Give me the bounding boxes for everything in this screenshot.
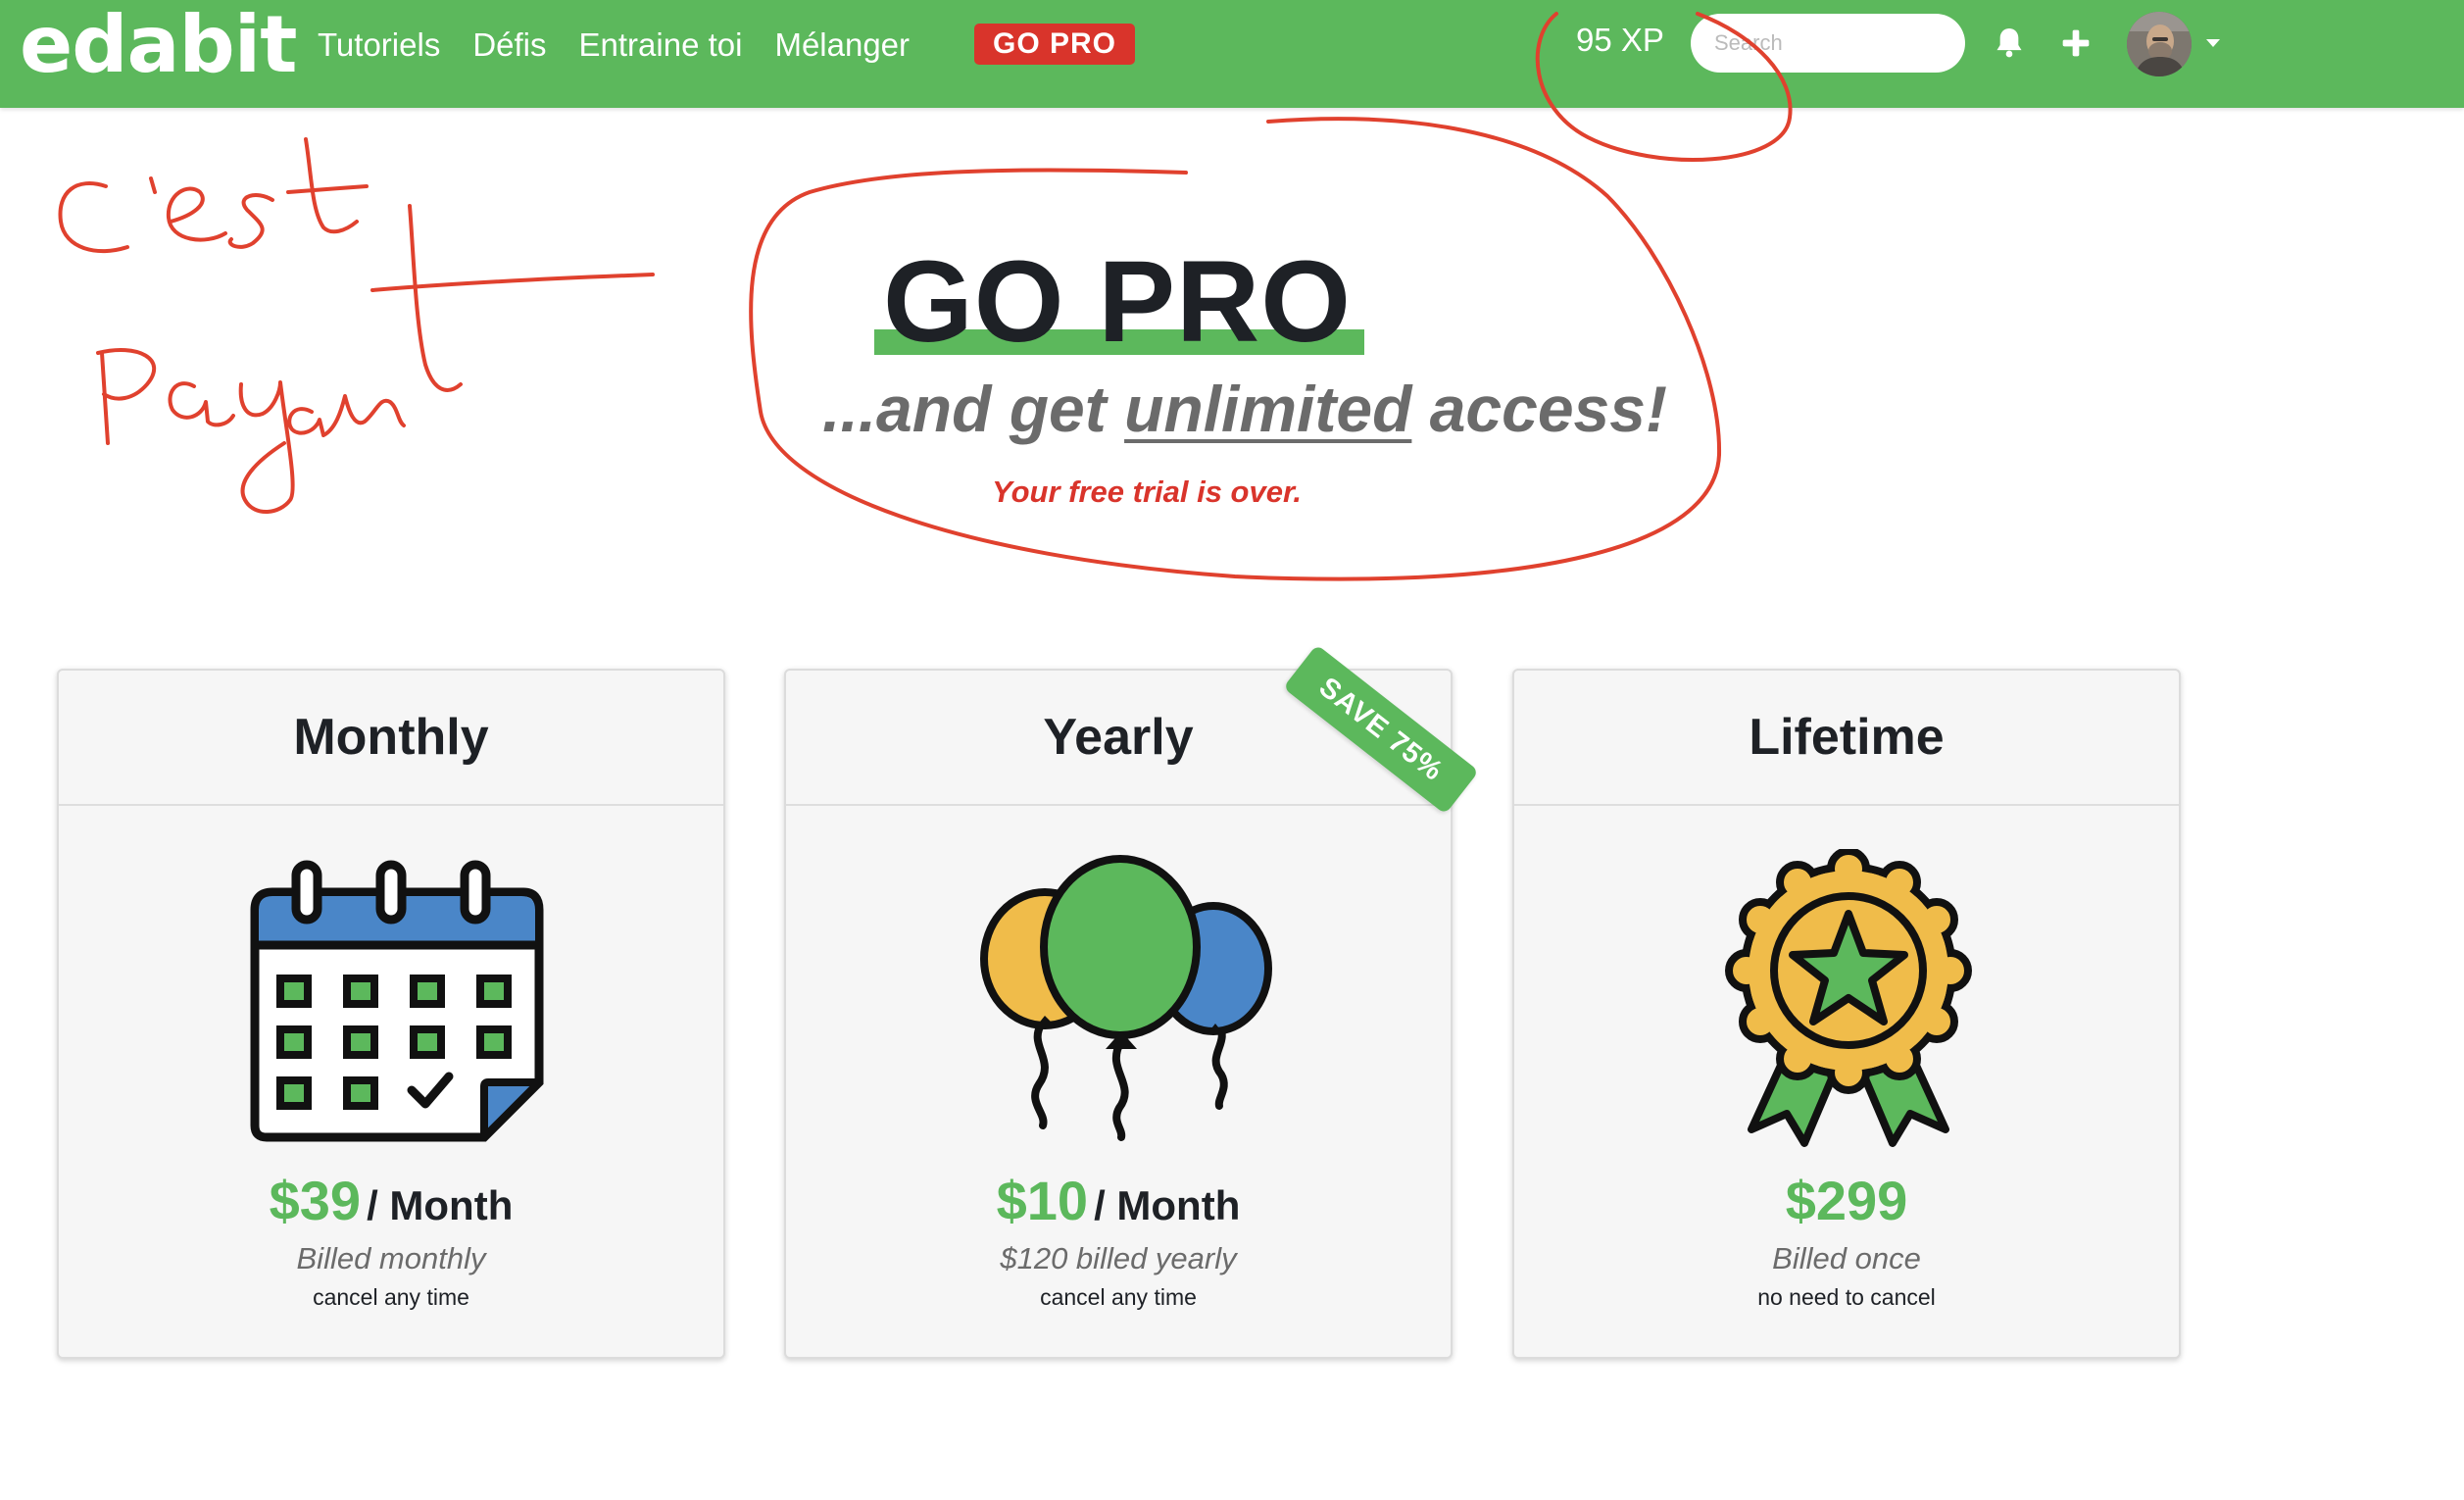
plan-name: Monthly: [59, 671, 723, 806]
nav-link-melanger[interactable]: Mélanger: [774, 26, 910, 64]
bell-icon[interactable]: [1990, 24, 2029, 63]
plan-billing: Billed monthly: [296, 1241, 486, 1275]
award-badge-icon: [1725, 849, 1972, 1147]
calendar-icon: [250, 860, 544, 1142]
balloons-icon: [980, 855, 1272, 1141]
xp-counter[interactable]: 95 XP: [1576, 22, 1664, 59]
ink-handwriting-cest: [58, 137, 369, 254]
hero-subtitle-post: access!: [1411, 373, 1667, 445]
plus-icon[interactable]: [2056, 24, 2095, 63]
price-line: $10/ Month: [786, 1169, 1451, 1232]
hero-subtitle-pre: ...and get: [822, 373, 1125, 445]
nav-link-tutoriels[interactable]: Tutoriels: [318, 26, 440, 64]
plan-name: Lifetime: [1514, 671, 2179, 806]
price-line: $299: [1514, 1169, 2179, 1232]
plan-price: $10: [996, 1170, 1089, 1231]
trial-over-notice: Your free trial is over.: [992, 475, 1302, 509]
top-navbar: edabit Tutoriels Défis Entraine toi Méla…: [0, 0, 2464, 108]
hero-subtitle-emphasis: unlimited: [1124, 373, 1412, 445]
plan-price: $39: [269, 1170, 362, 1231]
plan-price: $299: [1785, 1170, 1908, 1231]
plan-note: cancel any time: [1040, 1284, 1197, 1310]
search-input[interactable]: [1691, 14, 1965, 73]
nav-link-entraine-toi[interactable]: Entraine toi: [579, 26, 743, 64]
plan-billing: Billed once: [1772, 1241, 1921, 1275]
plan-card-monthly[interactable]: Monthly $39/ Month Billed monthly cancel…: [57, 669, 725, 1359]
hero-subtitle: ...and get unlimited access!: [686, 365, 1803, 453]
plan-period: / Month: [1094, 1182, 1241, 1228]
edabit-logo[interactable]: edabit: [20, 0, 297, 108]
go-pro-button[interactable]: GO PRO: [974, 24, 1135, 65]
plan-note: cancel any time: [313, 1284, 469, 1310]
plan-card-lifetime[interactable]: Lifetime $299 Billed once no need to can…: [1512, 669, 2181, 1359]
hero-title: GO PRO: [882, 237, 1353, 367]
ink-handwriting-payant: [96, 204, 655, 515]
caret-down-icon[interactable]: [2203, 35, 2223, 51]
price-line: $39/ Month: [59, 1169, 723, 1232]
nav-link-defis[interactable]: Défis: [472, 26, 546, 64]
plan-card-yearly[interactable]: Yearly $10/ Month $120 billed yearly can…: [784, 669, 1453, 1359]
avatar[interactable]: [2127, 12, 2192, 76]
plan-note: no need to cancel: [1757, 1284, 1936, 1310]
plan-billing: $120 billed yearly: [1000, 1241, 1237, 1275]
avatar-photo: [2127, 12, 2192, 76]
nav-links: Tutoriels Défis Entraine toi Mélanger: [318, 0, 942, 90]
plan-period: / Month: [367, 1182, 514, 1228]
